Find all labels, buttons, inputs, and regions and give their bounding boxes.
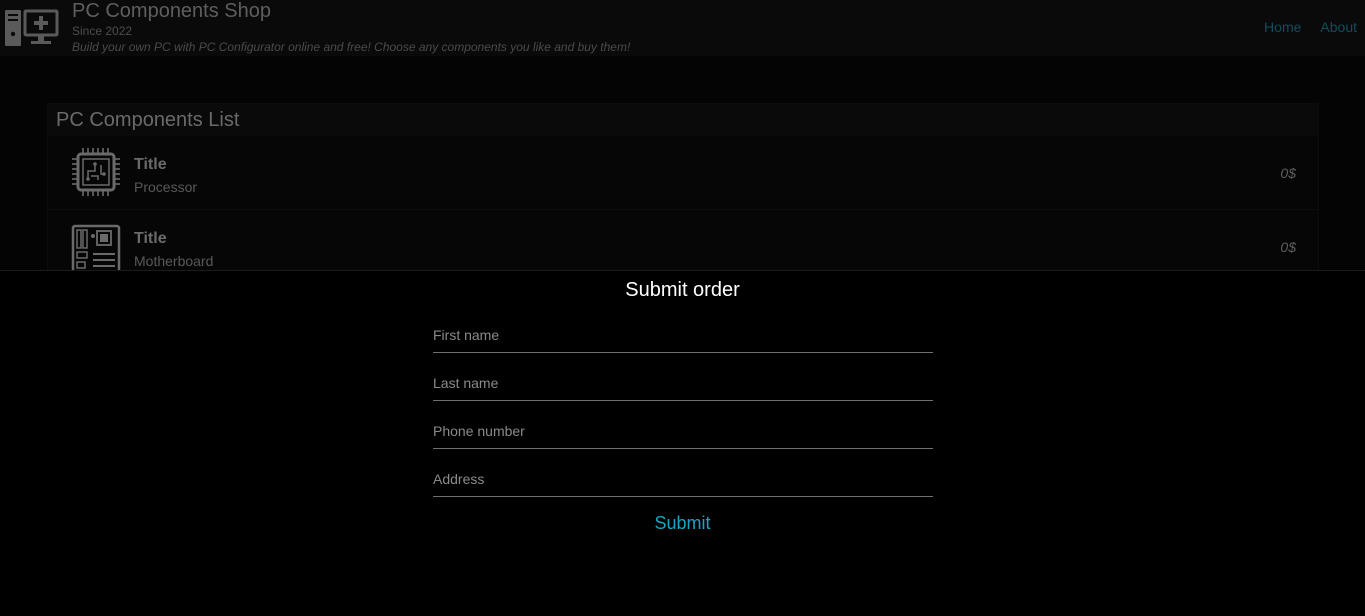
components-list-title: PC Components List [48, 104, 1318, 136]
component-title: Title [134, 156, 167, 173]
first-name-input[interactable] [433, 317, 933, 352]
last-name-input[interactable] [433, 365, 933, 400]
site-title: PC Components Shop [72, 0, 272, 22]
processor-icon [72, 148, 120, 196]
address-field [433, 461, 933, 497]
component-category: Processor [134, 179, 198, 195]
site-tagline: Build your own PC with PC Configurator o… [72, 40, 631, 54]
top-nav: Home About [1264, 19, 1357, 35]
address-input[interactable] [433, 461, 933, 496]
components-card: PC Components List Title Processor 0$ Ti… [47, 103, 1319, 271]
list-item[interactable]: Title Processor 0$ [48, 136, 1318, 210]
last-name-field [433, 365, 933, 401]
component-price: 0$ [1280, 239, 1296, 255]
phone-number-input[interactable] [433, 413, 933, 448]
component-category: Motherboard [134, 253, 214, 269]
phone-number-field [433, 413, 933, 449]
site-since: Since 2022 [72, 24, 133, 38]
component-title: Title [134, 230, 167, 247]
page: PC Components Shop Since 2022 Build your… [0, 0, 1365, 616]
submit-row: Submit [0, 513, 1365, 534]
first-name-field [433, 317, 933, 353]
nav-about-link[interactable]: About [1320, 19, 1357, 35]
order-panel: Submit order Submit [0, 270, 1365, 616]
order-title: Submit order [625, 279, 740, 301]
list-item[interactable]: Title Motherboard 0$ [48, 210, 1318, 270]
motherboard-icon [71, 224, 121, 270]
pc-computer-icon [5, 9, 59, 46]
app-header: PC Components Shop Since 2022 Build your… [0, 0, 1365, 56]
component-price: 0$ [1280, 165, 1296, 181]
submit-button[interactable]: Submit [654, 513, 710, 534]
brand: PC Components Shop Since 2022 Build your… [72, 0, 630, 54]
nav-home-link[interactable]: Home [1264, 19, 1301, 35]
